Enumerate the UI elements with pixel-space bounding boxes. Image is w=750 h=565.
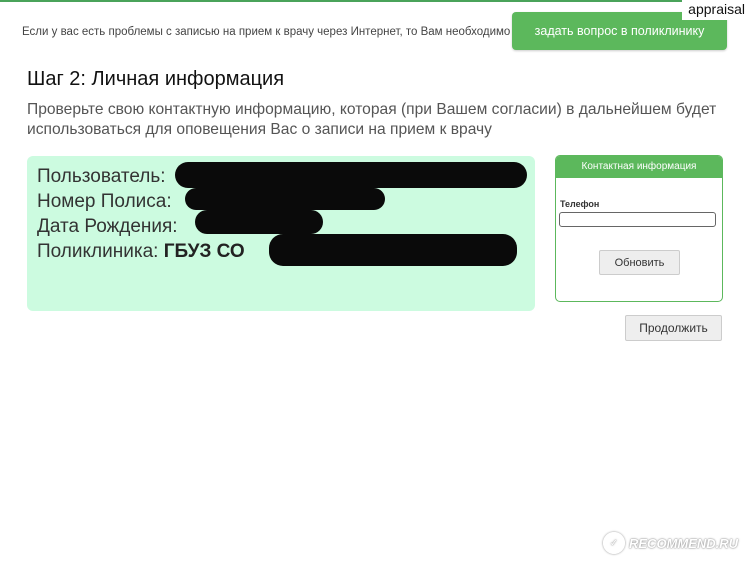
- clinic-label: Поликлиника:: [37, 241, 159, 262]
- redaction-birth: [195, 210, 323, 234]
- top-border: [0, 0, 750, 2]
- phone-label: Телефон: [560, 199, 600, 209]
- step-description: Проверьте свою контактную информацию, ко…: [27, 101, 717, 138]
- contact-info-panel: Контактная информация Телефон Обновить: [555, 155, 723, 302]
- contact-panel-title: Контактная информация: [556, 156, 722, 178]
- recommend-logo-icon: ✓: [603, 532, 625, 554]
- corner-tag: appraisal: [682, 0, 750, 20]
- clinic-value: ГБУЗ СО: [163, 241, 245, 262]
- personal-info-box: Пользователь: Номер Полиса: Дата Рождени…: [27, 156, 535, 311]
- clinic-row: Поликлиника: ГБУЗ СО: [37, 241, 245, 263]
- policy-label: Номер Полиса:: [37, 191, 172, 212]
- redaction-clinic: [269, 234, 517, 266]
- user-label: Пользователь:: [37, 166, 166, 187]
- problem-notice: Если у вас есть проблемы с записью на пр…: [22, 26, 511, 38]
- redaction-user: [175, 162, 527, 188]
- watermark: ✓ RECOMMEND.RU: [603, 532, 738, 554]
- refresh-button[interactable]: Обновить: [599, 250, 680, 275]
- continue-button[interactable]: Продолжить: [625, 315, 722, 341]
- phone-input[interactable]: [559, 212, 716, 227]
- redaction-policy: [185, 188, 385, 210]
- step-title: Шаг 2: Личная информация: [27, 68, 285, 90]
- birth-label: Дата Рождения:: [37, 216, 178, 237]
- watermark-text: RECOMMEND.RU: [629, 535, 739, 551]
